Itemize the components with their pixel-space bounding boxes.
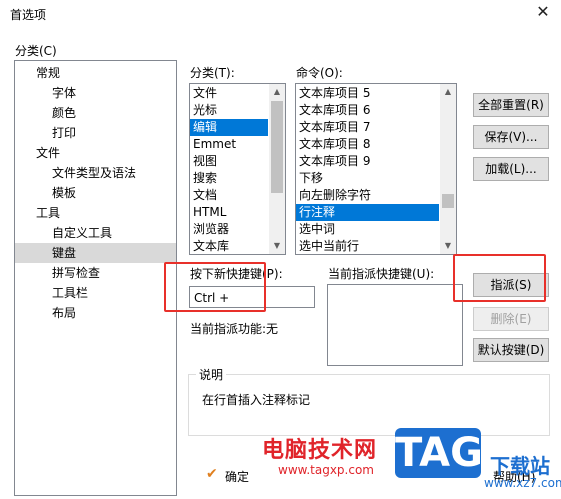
category-list-item[interactable]: 光标 <box>190 102 268 119</box>
tree-item[interactable]: 自定义工具 <box>52 223 112 243</box>
category-list-item[interactable]: 视图 <box>190 153 268 170</box>
scroll-thumb[interactable] <box>271 101 283 193</box>
category-list-item[interactable]: 编辑 <box>190 119 268 136</box>
command-list-item[interactable]: 向左删除字符 <box>296 187 439 204</box>
tree-item[interactable]: 布局 <box>52 303 76 323</box>
watermark-site-url: www.tagxp.com <box>278 463 374 477</box>
scroll-up-icon[interactable]: ▲ <box>440 84 456 100</box>
close-icon[interactable]: ✕ <box>534 2 552 22</box>
category-list-item[interactable]: Emmet <box>190 136 268 153</box>
tree-item[interactable]: 键盘 <box>15 243 176 263</box>
tree-item[interactable]: 文件 <box>36 143 60 163</box>
category-list-item[interactable]: 文本库 <box>190 238 268 254</box>
tree-item[interactable]: 工具 <box>36 203 60 223</box>
scroll-down-icon[interactable]: ▼ <box>440 238 456 254</box>
category-tree[interactable]: 常规 字体 颜色 打印 文件 文件类型及语法 模板 工具 自定义工具 键盘 拼写检查 工具栏 布局 <box>14 60 177 496</box>
current-shortcut-list[interactable] <box>327 284 463 366</box>
command-list-item[interactable]: 选中词 <box>296 221 439 238</box>
default-keys-button[interactable]: 默认按键(D) <box>473 338 549 362</box>
description-title: 说明 <box>196 366 227 383</box>
command-list-item[interactable]: 文本库项目 9 <box>296 153 439 170</box>
description-text: 在行首插入注释标记 <box>202 393 311 407</box>
categories-list-label: 分类(T): <box>190 66 235 80</box>
current-shortcut-label: 当前指派快捷键(U): <box>328 267 435 281</box>
ok-button[interactable]: 确定 <box>225 468 249 485</box>
command-list-item[interactable]: 文本库项目 7 <box>296 119 439 136</box>
tree-item[interactable]: 工具栏 <box>52 283 88 303</box>
command-list-item[interactable]: 文本库项目 5 <box>296 85 439 102</box>
highlight-box <box>164 262 266 312</box>
window-title: 首选项 <box>10 8 47 22</box>
command-list-item[interactable]: 文本库项目 6 <box>296 102 439 119</box>
assigned-function-text: 当前指派功能:无 <box>190 322 279 336</box>
category-tree-label: 分类(C) <box>15 44 57 58</box>
categories-list[interactable]: 文件 光标 编辑 Emmet 视图 搜索 文档 HTML 浏览器 文本库 ▲ ▼ <box>189 83 286 255</box>
tree-item[interactable]: 打印 <box>52 123 76 143</box>
command-list-item[interactable]: 行注释 <box>296 204 439 221</box>
category-list-item[interactable]: 文件 <box>190 85 268 102</box>
tree-item[interactable]: 常规 <box>36 63 60 83</box>
save-button[interactable]: 保存(V)... <box>473 125 549 149</box>
check-icon: ✔ <box>206 466 218 482</box>
commands-scrollbar[interactable]: ▲ ▼ <box>440 84 456 254</box>
category-list-item[interactable]: 搜索 <box>190 170 268 187</box>
commands-list-label: 命令(O): <box>296 66 343 80</box>
command-list-item[interactable]: 文本库项目 8 <box>296 136 439 153</box>
watermark-site-name: 电脑技术网 <box>262 438 378 463</box>
highlight-box <box>453 254 546 302</box>
reset-all-button[interactable]: 全部重置(R) <box>473 93 549 117</box>
tree-item[interactable]: 拼写检查 <box>52 263 100 283</box>
tree-item[interactable]: 模板 <box>52 183 76 203</box>
watermark-logo: TAG <box>395 428 483 478</box>
categories-scrollbar[interactable]: ▲ ▼ <box>269 84 285 254</box>
scroll-up-icon[interactable]: ▲ <box>269 84 285 100</box>
category-list-item[interactable]: 浏览器 <box>190 221 268 238</box>
category-list-item[interactable]: 文档 <box>190 187 268 204</box>
scroll-thumb[interactable] <box>442 194 454 208</box>
commands-list[interactable]: 文本库项目 5 文本库项目 6 文本库项目 7 文本库项目 8 文本库项目 9 下移 向左删… <box>295 83 457 255</box>
command-list-item[interactable]: 下移 <box>296 170 439 187</box>
watermark-site2-url: www.xz7.com <box>484 476 561 490</box>
tree-item[interactable]: 字体 <box>52 83 76 103</box>
watermark-site2-name: 下载站 <box>490 454 550 478</box>
command-list-item[interactable]: 选中当前行 <box>296 238 439 254</box>
tree-item[interactable]: 颜色 <box>52 103 76 123</box>
tree-item[interactable]: 文件类型及语法 <box>52 163 136 183</box>
delete-button[interactable]: 删除(E) <box>473 307 549 331</box>
load-button[interactable]: 加载(L)... <box>473 157 549 181</box>
scroll-down-icon[interactable]: ▼ <box>269 238 285 254</box>
category-list-item[interactable]: HTML <box>190 204 268 221</box>
